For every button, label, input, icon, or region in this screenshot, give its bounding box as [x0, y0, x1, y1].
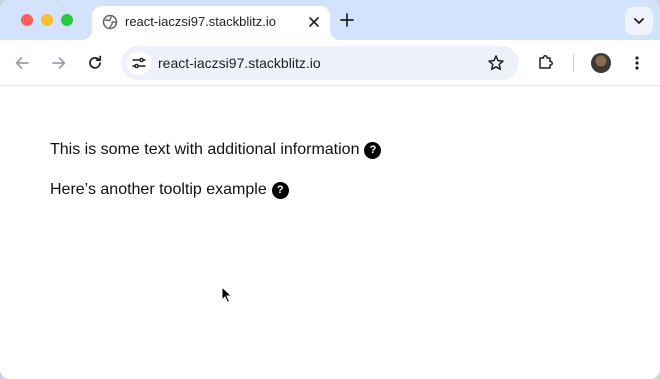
url-text[interactable]: react-iaczsi97.stackblitz.io [158, 55, 321, 71]
site-info-button[interactable] [127, 51, 151, 75]
help-tooltip-icon[interactable]: ? [364, 141, 382, 159]
more-menu-icon[interactable] [629, 55, 645, 71]
browser-window: react-iaczsi97.stackblitz.io react-iaczs… [0, 0, 660, 379]
globe-icon [102, 14, 118, 30]
help-tooltip-icon[interactable]: ? [271, 181, 289, 199]
profile-avatar[interactable] [591, 53, 611, 73]
forward-arrow-icon[interactable] [50, 54, 68, 72]
tab-search-button[interactable] [625, 7, 653, 35]
close-tab-icon[interactable] [306, 14, 322, 30]
mouse-cursor-icon [221, 285, 233, 304]
info-text: Here’s another tooltip example [50, 181, 267, 198]
tab-active[interactable]: react-iaczsi97.stackblitz.io [82, 6, 340, 40]
chevron-down-icon [634, 18, 644, 24]
extensions-puzzle-icon[interactable] [537, 53, 555, 71]
address-bar[interactable]: react-iaczsi97.stackblitz.io [121, 46, 519, 80]
page-content: This is some text with additional inform… [0, 87, 660, 379]
reload-icon[interactable] [86, 54, 104, 72]
info-line: This is some text with additional inform… [50, 141, 382, 159]
zoom-window-button[interactable] [61, 14, 73, 26]
toolbar-divider [573, 54, 574, 72]
info-line: Here’s another tooltip example ? [50, 181, 289, 199]
back-arrow-icon[interactable] [13, 54, 31, 72]
browser-toolbar: react-iaczsi97.stackblitz.io [0, 40, 660, 86]
tab-title: react-iaczsi97.stackblitz.io [125, 14, 276, 29]
close-window-button[interactable] [21, 14, 33, 26]
tab-strip: react-iaczsi97.stackblitz.io [0, 0, 660, 40]
minimize-window-button[interactable] [41, 14, 53, 26]
bookmark-star-icon[interactable] [487, 54, 505, 72]
new-tab-icon[interactable] [338, 11, 356, 29]
info-text: This is some text with additional inform… [50, 141, 360, 158]
tune-icon [132, 57, 146, 69]
